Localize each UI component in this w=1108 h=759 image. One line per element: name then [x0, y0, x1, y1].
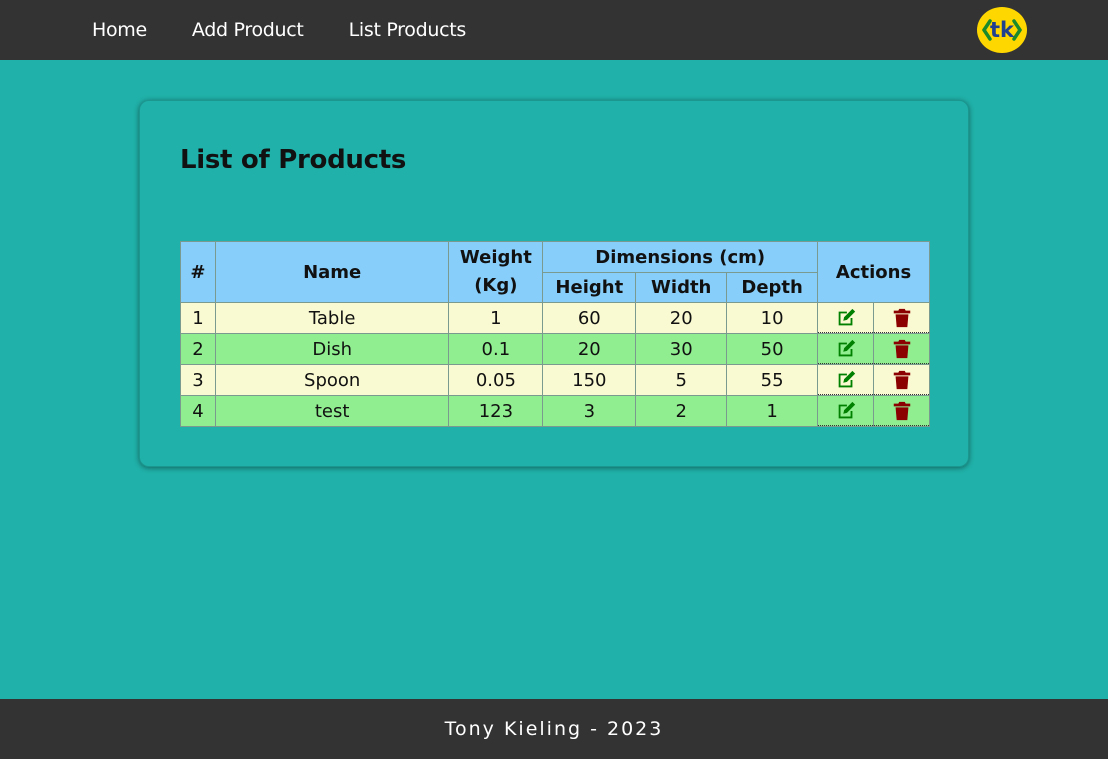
page-title: List of Products: [180, 145, 407, 175]
cell-height: 20: [542, 333, 637, 365]
delete-button[interactable]: [874, 366, 929, 395]
cell-width: 20: [635, 302, 728, 334]
header-dimensions: Dimensions (cm): [542, 241, 819, 273]
cell-depth: 50: [726, 333, 819, 365]
nav-list-products-link[interactable]: List Products: [349, 19, 467, 41]
cell-height: 150: [542, 364, 637, 396]
edit-icon[interactable]: [835, 338, 857, 360]
cell-weight: 0.1: [448, 333, 544, 365]
table-row: 2 Dish 0.1 20 30 50: [180, 333, 930, 365]
cell-depth: 10: [726, 302, 819, 334]
cell-width: 5: [635, 364, 728, 396]
delete-action-cell: [873, 302, 930, 334]
cell-index: 3: [180, 364, 216, 396]
edit-icon[interactable]: [835, 400, 857, 422]
cell-index: 4: [180, 395, 216, 427]
cell-weight: 1: [448, 302, 544, 334]
delete-button[interactable]: [874, 397, 929, 426]
table-row: 4 test 123 3 2 1: [180, 395, 930, 427]
nav-home-link[interactable]: Home: [92, 19, 147, 41]
edit-button[interactable]: [818, 366, 874, 395]
edit-button[interactable]: [818, 397, 874, 426]
cell-width: 2: [635, 395, 728, 427]
delete-button[interactable]: [874, 304, 929, 333]
edit-action-cell: [817, 302, 875, 334]
edit-button[interactable]: [818, 304, 874, 333]
cell-depth: 55: [726, 364, 819, 396]
edit-action-cell: [817, 395, 875, 427]
header-weight-label: Weight (Kg): [459, 247, 532, 296]
trash-icon[interactable]: [891, 307, 913, 329]
delete-button[interactable]: [874, 335, 929, 364]
cell-width: 30: [635, 333, 728, 365]
cell-weight: 123: [448, 395, 544, 427]
cell-name: test: [214, 395, 450, 427]
header-weight: Weight (Kg): [448, 241, 544, 303]
trash-icon[interactable]: [891, 400, 913, 422]
delete-action-cell: [873, 364, 930, 396]
logo-text: tk: [990, 18, 1015, 42]
nav-links: Home Add Product List Products: [92, 0, 511, 60]
cell-index: 2: [180, 333, 216, 365]
delete-action-cell: [873, 333, 930, 365]
header-actions: Actions: [817, 241, 930, 303]
cell-name: Table: [214, 302, 450, 334]
edit-action-cell: [817, 333, 875, 365]
cell-height: 3: [542, 395, 637, 427]
delete-action-cell: [873, 395, 930, 427]
nav-add-product-link[interactable]: Add Product: [192, 19, 304, 41]
trash-icon[interactable]: [891, 338, 913, 360]
products-card: List of Products # Name Weight (Kg) Dime…: [139, 100, 969, 467]
products-table: # Name Weight (Kg) Dimensions (cm) Actio…: [180, 241, 930, 427]
table-row: 3 Spoon 0.05 150 5 55: [180, 364, 930, 396]
top-navbar: Home Add Product List Products tk: [0, 0, 1108, 60]
edit-icon[interactable]: [835, 307, 857, 329]
cell-index: 1: [180, 302, 216, 334]
header-depth: Depth: [726, 272, 819, 303]
footer: Tony Kieling - 2023: [0, 699, 1108, 759]
cell-name: Dish: [214, 333, 450, 365]
cell-weight: 0.05: [448, 364, 544, 396]
footer-text: Tony Kieling - 2023: [444, 718, 664, 740]
table-row: 1 Table 1 60 20 10: [180, 302, 930, 334]
header-name: Name: [214, 241, 450, 303]
header-index: #: [180, 241, 216, 303]
edit-button[interactable]: [818, 335, 874, 364]
header-height: Height: [542, 272, 637, 303]
trash-icon[interactable]: [891, 369, 913, 391]
logo[interactable]: tk: [977, 6, 1027, 54]
cell-name: Spoon: [214, 364, 450, 396]
edit-action-cell: [817, 364, 875, 396]
cell-height: 60: [542, 302, 637, 334]
header-width: Width: [635, 272, 728, 303]
cell-depth: 1: [726, 395, 819, 427]
edit-icon[interactable]: [835, 369, 857, 391]
